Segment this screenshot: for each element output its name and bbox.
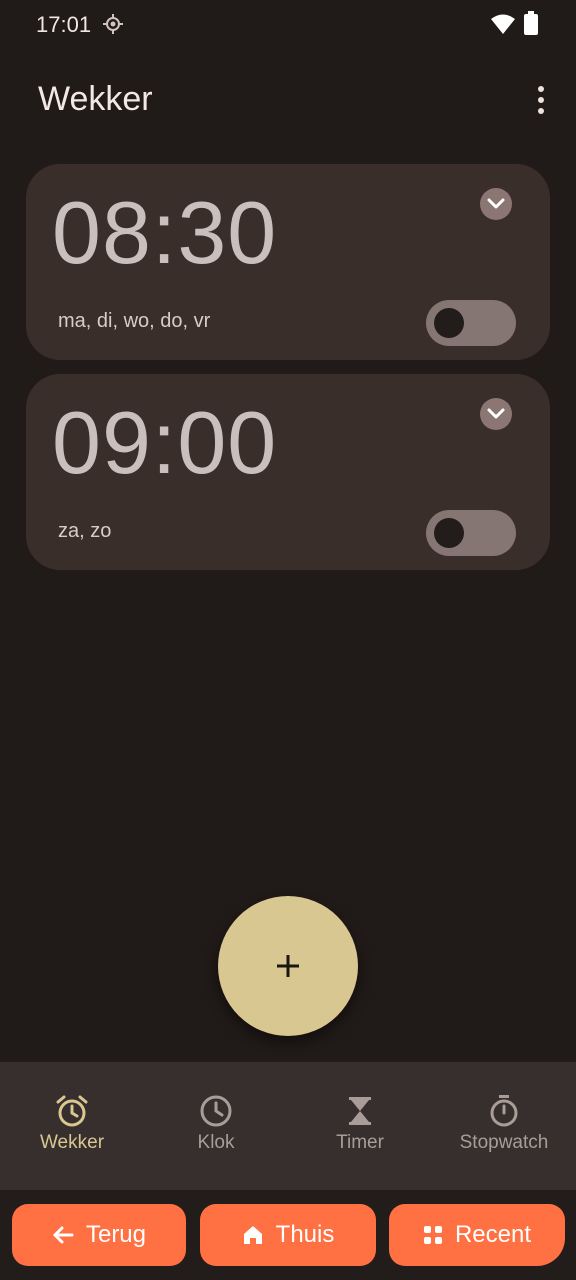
toggle-knob: [434, 518, 464, 548]
more-vert-icon: [538, 86, 544, 92]
alarm-toggle[interactable]: [426, 510, 516, 556]
home-icon: [243, 1226, 262, 1244]
alarm-icon: [56, 1095, 88, 1127]
nav-label: Wekker: [39, 1132, 105, 1153]
recent-apps-icon: [423, 1226, 442, 1244]
nav-label: Timer: [336, 1132, 384, 1153]
alarm-card[interactable]: 08:30 ma, di, wo, do, vr: [26, 164, 550, 360]
nav-item-stopwatch[interactable]: Stopwatch: [432, 1094, 576, 1164]
alarm-card[interactable]: 09:00 za, zo: [26, 374, 550, 570]
recent-button[interactable]: Recent: [389, 1204, 565, 1266]
alarm-days: za, zo: [58, 520, 112, 542]
battery-icon: [524, 11, 538, 35]
alarm-toggle[interactable]: [426, 300, 516, 346]
nav-item-timer[interactable]: Timer: [288, 1094, 432, 1164]
hourglass-icon: [349, 1097, 371, 1125]
expand-alarm-button[interactable]: [480, 398, 512, 430]
nav-label: Stopwatch: [459, 1132, 549, 1153]
alarm-time[interactable]: 08:30: [52, 182, 277, 284]
clock-icon: [200, 1095, 232, 1127]
chevron-down-icon: [487, 198, 505, 209]
arrow-left-icon: [53, 1226, 74, 1244]
back-button[interactable]: Terug: [12, 1204, 186, 1266]
location-icon: [103, 14, 123, 34]
home-label: Thuis: [275, 1221, 335, 1248]
alarm-days: ma, di, wo, do, vr: [58, 310, 211, 332]
recent-label: Recent: [454, 1221, 532, 1248]
plus-icon: [277, 955, 299, 977]
toggle-knob: [434, 308, 464, 338]
nav-item-klok[interactable]: Klok: [144, 1094, 288, 1164]
system-navigation-bar: Terug Thuis Recent: [0, 1190, 576, 1280]
home-button[interactable]: Thuis: [200, 1204, 376, 1266]
stopwatch-icon: [490, 1095, 518, 1127]
alarm-time[interactable]: 09:00: [52, 392, 277, 494]
nav-label: Klok: [197, 1132, 235, 1153]
more-options-button[interactable]: [526, 82, 556, 118]
bottom-navigation: Wekker Klok Timer Stopwatch: [0, 1062, 576, 1190]
status-bar: 17:01: [0, 0, 576, 50]
page-title: Wekker: [38, 80, 153, 118]
chevron-down-icon: [487, 408, 505, 419]
status-time: 17:01: [36, 12, 92, 37]
expand-alarm-button[interactable]: [480, 188, 512, 220]
wifi-icon: [491, 14, 515, 34]
back-label: Terug: [85, 1221, 147, 1248]
nav-item-wekker[interactable]: Wekker: [0, 1094, 144, 1164]
add-alarm-button[interactable]: [218, 896, 358, 1036]
